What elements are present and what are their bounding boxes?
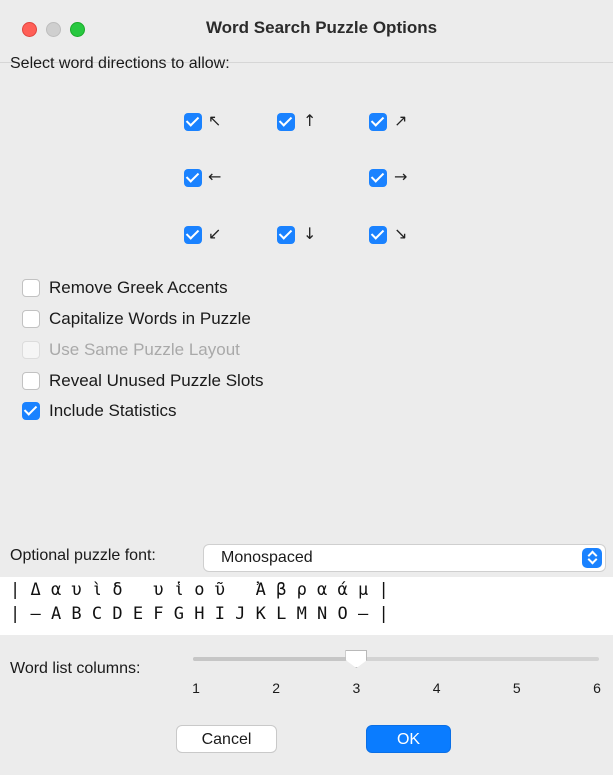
arrow-up-right-icon: ↗ bbox=[394, 111, 408, 130]
arrow-up-left-icon: ↖ bbox=[208, 111, 222, 130]
preview-greek-line: | Δ α υ ὶ δ υ ἱ ο ῦ Ἀ β ρ α ά μ | bbox=[10, 580, 389, 600]
direction-checkbox-down-right[interactable] bbox=[369, 226, 387, 244]
direction-checkbox-up-left[interactable] bbox=[184, 113, 202, 131]
columns-tick-label: 1 bbox=[192, 680, 200, 696]
columns-slider-fill bbox=[193, 657, 357, 661]
columns-label: Word list columns: bbox=[10, 660, 141, 677]
arrow-up-icon: ↑ bbox=[303, 111, 317, 130]
columns-slider-thumb[interactable] bbox=[345, 650, 368, 668]
direction-checkbox-left[interactable] bbox=[184, 169, 202, 187]
capitalize-words-checkbox[interactable] bbox=[22, 310, 40, 328]
columns-tick-label: 6 bbox=[593, 680, 601, 696]
arrow-down-right-icon: ↘ bbox=[394, 224, 408, 243]
direction-checkbox-down-left[interactable] bbox=[184, 226, 202, 244]
font-preview: | Δ α υ ὶ δ υ ἱ ο ῦ Ἀ β ρ α ά μ | | – A … bbox=[0, 577, 613, 635]
columns-tick-label: 3 bbox=[352, 680, 361, 696]
include-statistics-label[interactable]: Include Statistics bbox=[49, 401, 177, 421]
arrow-left-icon: ← bbox=[208, 167, 222, 186]
window-title: Word Search Puzzle Options bbox=[205, 18, 438, 37]
ok-button[interactable]: OK bbox=[366, 725, 451, 753]
capitalize-words-label[interactable]: Capitalize Words in Puzzle bbox=[49, 309, 251, 329]
direction-checkbox-down[interactable] bbox=[277, 226, 295, 244]
font-label: Optional puzzle font: bbox=[10, 547, 156, 564]
arrow-down-icon: ↓ bbox=[303, 224, 317, 243]
arrow-right-icon: → bbox=[394, 167, 408, 186]
preview-latin-line: | – A B C D E F G H I J K L M N O – | bbox=[10, 604, 389, 624]
font-select[interactable]: Monospaced bbox=[203, 544, 606, 572]
same-layout-label: Use Same Puzzle Layout bbox=[49, 340, 240, 359]
cancel-button[interactable]: Cancel bbox=[176, 725, 277, 753]
arrow-down-left-icon: ↙ bbox=[208, 224, 222, 243]
font-select-value: Monospaced bbox=[221, 549, 313, 566]
remove-greek-accents-label[interactable]: Remove Greek Accents bbox=[49, 278, 228, 298]
direction-checkbox-up-right[interactable] bbox=[369, 113, 387, 131]
include-statistics-checkbox[interactable] bbox=[22, 402, 40, 420]
columns-tick-label: 2 bbox=[272, 680, 281, 696]
columns-tick-label: 5 bbox=[512, 680, 521, 696]
title-bar: Word Search Puzzle Options bbox=[0, 0, 613, 63]
direction-checkbox-right[interactable] bbox=[369, 169, 387, 187]
reveal-unused-slots-label[interactable]: Reveal Unused Puzzle Slots bbox=[49, 371, 264, 391]
same-layout-checkbox bbox=[22, 341, 40, 359]
remove-greek-accents-checkbox[interactable] bbox=[22, 279, 40, 297]
directions-prompt: Select word directions to allow: bbox=[10, 55, 230, 72]
columns-tick-label: 4 bbox=[432, 680, 441, 696]
direction-checkbox-up[interactable] bbox=[277, 113, 295, 131]
reveal-unused-slots-checkbox[interactable] bbox=[22, 372, 40, 390]
chevron-up-down-icon bbox=[582, 548, 602, 568]
